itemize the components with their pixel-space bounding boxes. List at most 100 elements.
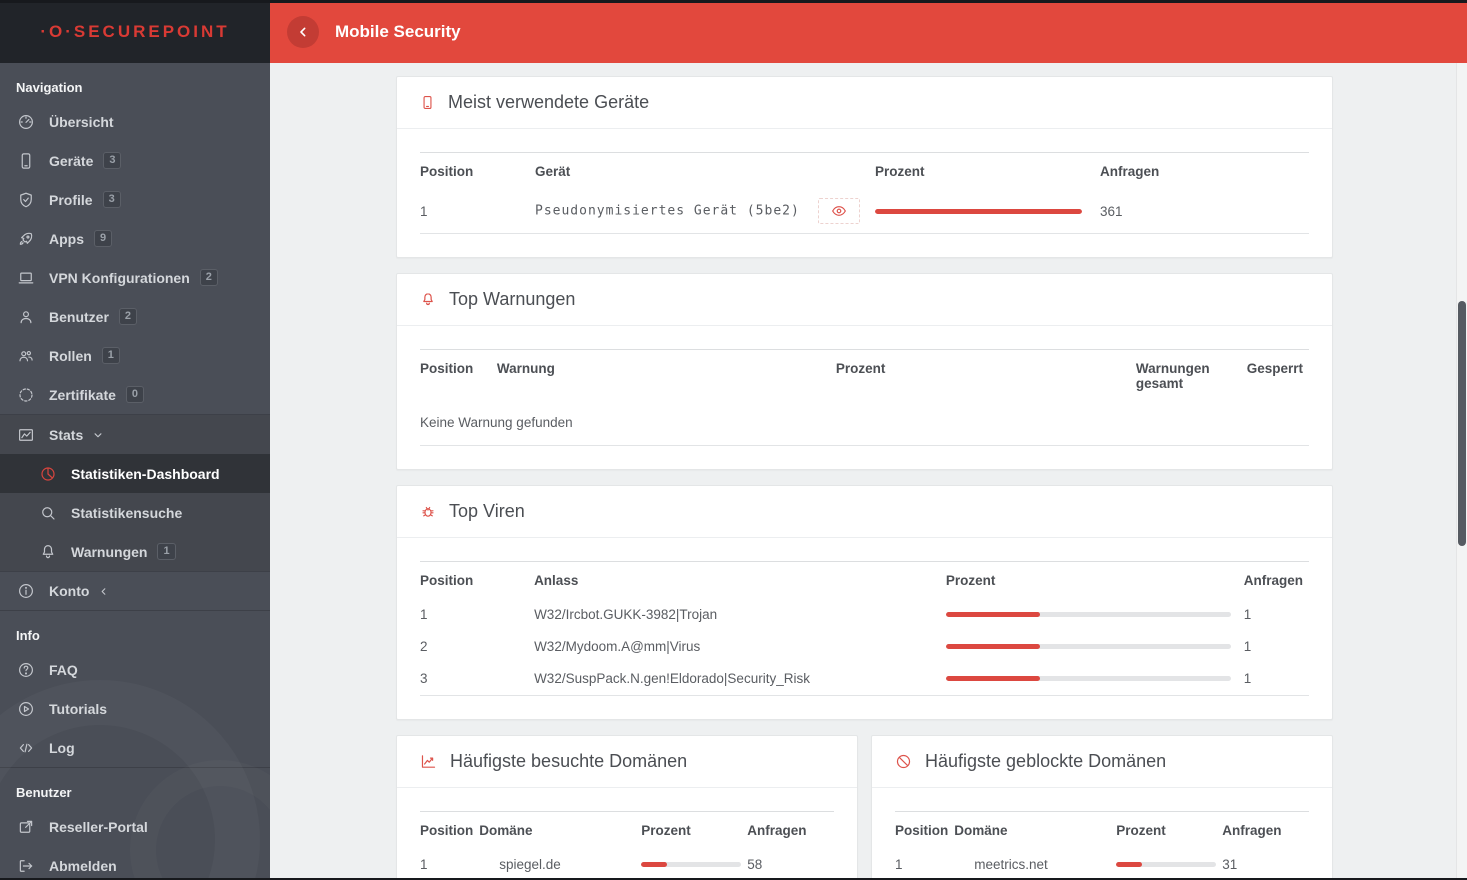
chevron-left-icon bbox=[295, 24, 311, 40]
chevron-left-icon bbox=[97, 585, 110, 598]
sidebar-item-tutorials[interactable]: Tutorials bbox=[0, 689, 270, 728]
virus-name-cell: W32/Mydoom.A@mm|Virus bbox=[534, 639, 701, 654]
shield-icon bbox=[16, 190, 36, 210]
line-chart-icon bbox=[420, 753, 437, 770]
sidebar-item-profile[interactable]: Profile 3 bbox=[0, 180, 270, 219]
logout-icon bbox=[16, 856, 36, 876]
percent-cell bbox=[875, 190, 1100, 234]
table-header-row: Position Domäne Prozent Anfragen bbox=[420, 812, 834, 850]
content-scroll-area: Meist verwendete Geräte Position Gerät P… bbox=[270, 63, 1467, 880]
smartphone-icon bbox=[16, 151, 36, 171]
count-badge: 9 bbox=[94, 230, 113, 247]
card-header: Top Warnungen bbox=[397, 274, 1332, 326]
column-header: Prozent bbox=[835, 361, 886, 376]
column-header: Anfragen bbox=[1243, 573, 1303, 588]
sidebar-item-abmelden[interactable]: Abmelden bbox=[0, 846, 270, 880]
rocket-icon bbox=[16, 229, 36, 249]
count-badge: 0 bbox=[125, 386, 145, 403]
laptop-icon bbox=[16, 268, 36, 288]
card-title: Top Warnungen bbox=[449, 289, 576, 309]
sidebar-item-apps[interactable]: Apps 9 bbox=[0, 219, 270, 258]
table-row: 1 meetrics.net 31 bbox=[895, 849, 1309, 880]
position-cell: 2 bbox=[420, 639, 428, 654]
column-header: Anfragen bbox=[747, 823, 807, 838]
virus-name-cell: W32/SuspPack.N.gen!Eldorado|Security_Ris… bbox=[534, 671, 810, 686]
sidebar-info-block: Info FAQ Tutorials Log bbox=[0, 611, 270, 767]
position-cell: 1 bbox=[420, 607, 428, 622]
position-cell: 1 bbox=[895, 857, 903, 872]
percent-cell bbox=[945, 599, 1244, 631]
table-row: 1 Pseudonymisiertes Gerät (5be2) 361 bbox=[420, 190, 1309, 234]
domain-cell: meetrics.net bbox=[974, 857, 1048, 872]
sidebar-item-log[interactable]: Log bbox=[0, 728, 270, 767]
back-button[interactable] bbox=[287, 15, 319, 48]
column-header: Position bbox=[420, 823, 474, 838]
sidebar-item-faq[interactable]: FAQ bbox=[0, 650, 270, 689]
count-badge: 1 bbox=[157, 543, 176, 560]
sidebar-item-label: Warnungen bbox=[71, 543, 148, 560]
table-header-row: Position Warnung Prozent Warnungen gesam… bbox=[420, 350, 1309, 403]
column-header: Domäne bbox=[954, 823, 1008, 838]
app-window: ·O·SECUREPOINT Navigation Übersicht Gerä… bbox=[0, 0, 1467, 880]
requests-cell: 58 bbox=[747, 857, 763, 872]
brand-logo: ·O·SECUREPOINT bbox=[0, 0, 270, 63]
search-icon bbox=[38, 503, 58, 523]
card-header: Häufigste geblockte Domänen bbox=[872, 736, 1332, 788]
smartphone-icon bbox=[420, 94, 435, 111]
sidebar-item-zertifikate[interactable]: Zertifikate 0 bbox=[0, 375, 270, 414]
card-body: Position Warnung Prozent Warnungen gesam… bbox=[397, 326, 1332, 469]
column-header: Gerät bbox=[535, 164, 571, 179]
empty-state-text: Keine Warnung gefunden bbox=[420, 415, 573, 430]
card-title: Häufigste besuchte Domänen bbox=[450, 751, 688, 771]
count-badge: 3 bbox=[102, 191, 121, 208]
column-header: Position bbox=[895, 823, 949, 838]
column-header: Anfragen bbox=[1100, 164, 1160, 179]
question-circle-icon bbox=[16, 660, 36, 680]
progress-bar bbox=[875, 208, 1082, 214]
sidebar-item-label: Stats bbox=[49, 426, 84, 443]
scrollbar-track[interactable] bbox=[1456, 63, 1467, 880]
sidebar-item-statistiken-dashboard[interactable]: Statistiken-Dashboard bbox=[0, 454, 270, 493]
view-device-button[interactable] bbox=[817, 198, 860, 224]
sidebar-item-geraete[interactable]: Geräte 3 bbox=[0, 141, 270, 180]
sidebar-item-stats[interactable]: Stats bbox=[0, 415, 270, 454]
sidebar-item-uebersicht[interactable]: Übersicht bbox=[0, 102, 270, 141]
sidebar-item-vpn-konfigurationen[interactable]: VPN Konfigurationen 2 bbox=[0, 258, 270, 297]
bell-icon bbox=[420, 291, 436, 308]
card-header: Top Viren bbox=[397, 486, 1332, 538]
sidebar-item-label: FAQ bbox=[49, 661, 78, 678]
info-circle-icon bbox=[16, 581, 36, 601]
sidebar-item-label: Profile bbox=[49, 191, 93, 208]
sidebar-item-konto[interactable]: Konto bbox=[0, 572, 270, 611]
position-cell: 1 bbox=[420, 203, 428, 219]
table-header-row: Position Gerät Prozent Anfragen bbox=[420, 153, 1309, 191]
sidebar-item-statistikensuche[interactable]: Statistikensuche bbox=[0, 493, 270, 532]
sidebar-item-label: Statistikensuche bbox=[71, 504, 183, 521]
position-cell: 3 bbox=[420, 671, 428, 686]
sidebar-item-label: VPN Konfigurationen bbox=[49, 269, 190, 286]
percent-cell bbox=[641, 849, 747, 880]
sidebar-item-label: Zertifikate bbox=[49, 386, 116, 403]
sidebar-item-label: Tutorials bbox=[49, 700, 108, 717]
sidebar-item-label: Konto bbox=[49, 583, 90, 599]
sidebar-item-warnungen[interactable]: Warnungen 1 bbox=[0, 532, 270, 571]
sidebar: ·O·SECUREPOINT Navigation Übersicht Gerä… bbox=[0, 0, 270, 880]
scrollbar-thumb[interactable] bbox=[1458, 301, 1466, 546]
bell-icon bbox=[38, 542, 58, 562]
bug-icon bbox=[420, 503, 436, 520]
percent-cell bbox=[945, 631, 1244, 663]
card-body: Position Domäne Prozent Anfragen 1 bbox=[397, 788, 857, 880]
sidebar-item-benutzer[interactable]: Benutzer 2 bbox=[0, 297, 270, 336]
count-badge: 1 bbox=[101, 347, 120, 364]
sidebar-item-label: Abmelden bbox=[49, 857, 117, 874]
progress-bar bbox=[945, 612, 1231, 617]
sidebar-section-info: Info bbox=[16, 628, 40, 643]
progress-bar bbox=[1116, 862, 1217, 867]
sidebar-item-rollen[interactable]: Rollen 1 bbox=[0, 336, 270, 375]
main-area: Mobile Security Meist verwendete Geräte bbox=[270, 0, 1467, 880]
user-icon bbox=[16, 307, 36, 327]
percent-cell bbox=[945, 663, 1244, 696]
pie-chart-icon bbox=[38, 464, 58, 484]
sidebar-item-reseller-portal[interactable]: Reseller-Portal bbox=[0, 807, 270, 846]
table-row: 3 W32/SuspPack.N.gen!Eldorado|Security_R… bbox=[420, 663, 1309, 696]
